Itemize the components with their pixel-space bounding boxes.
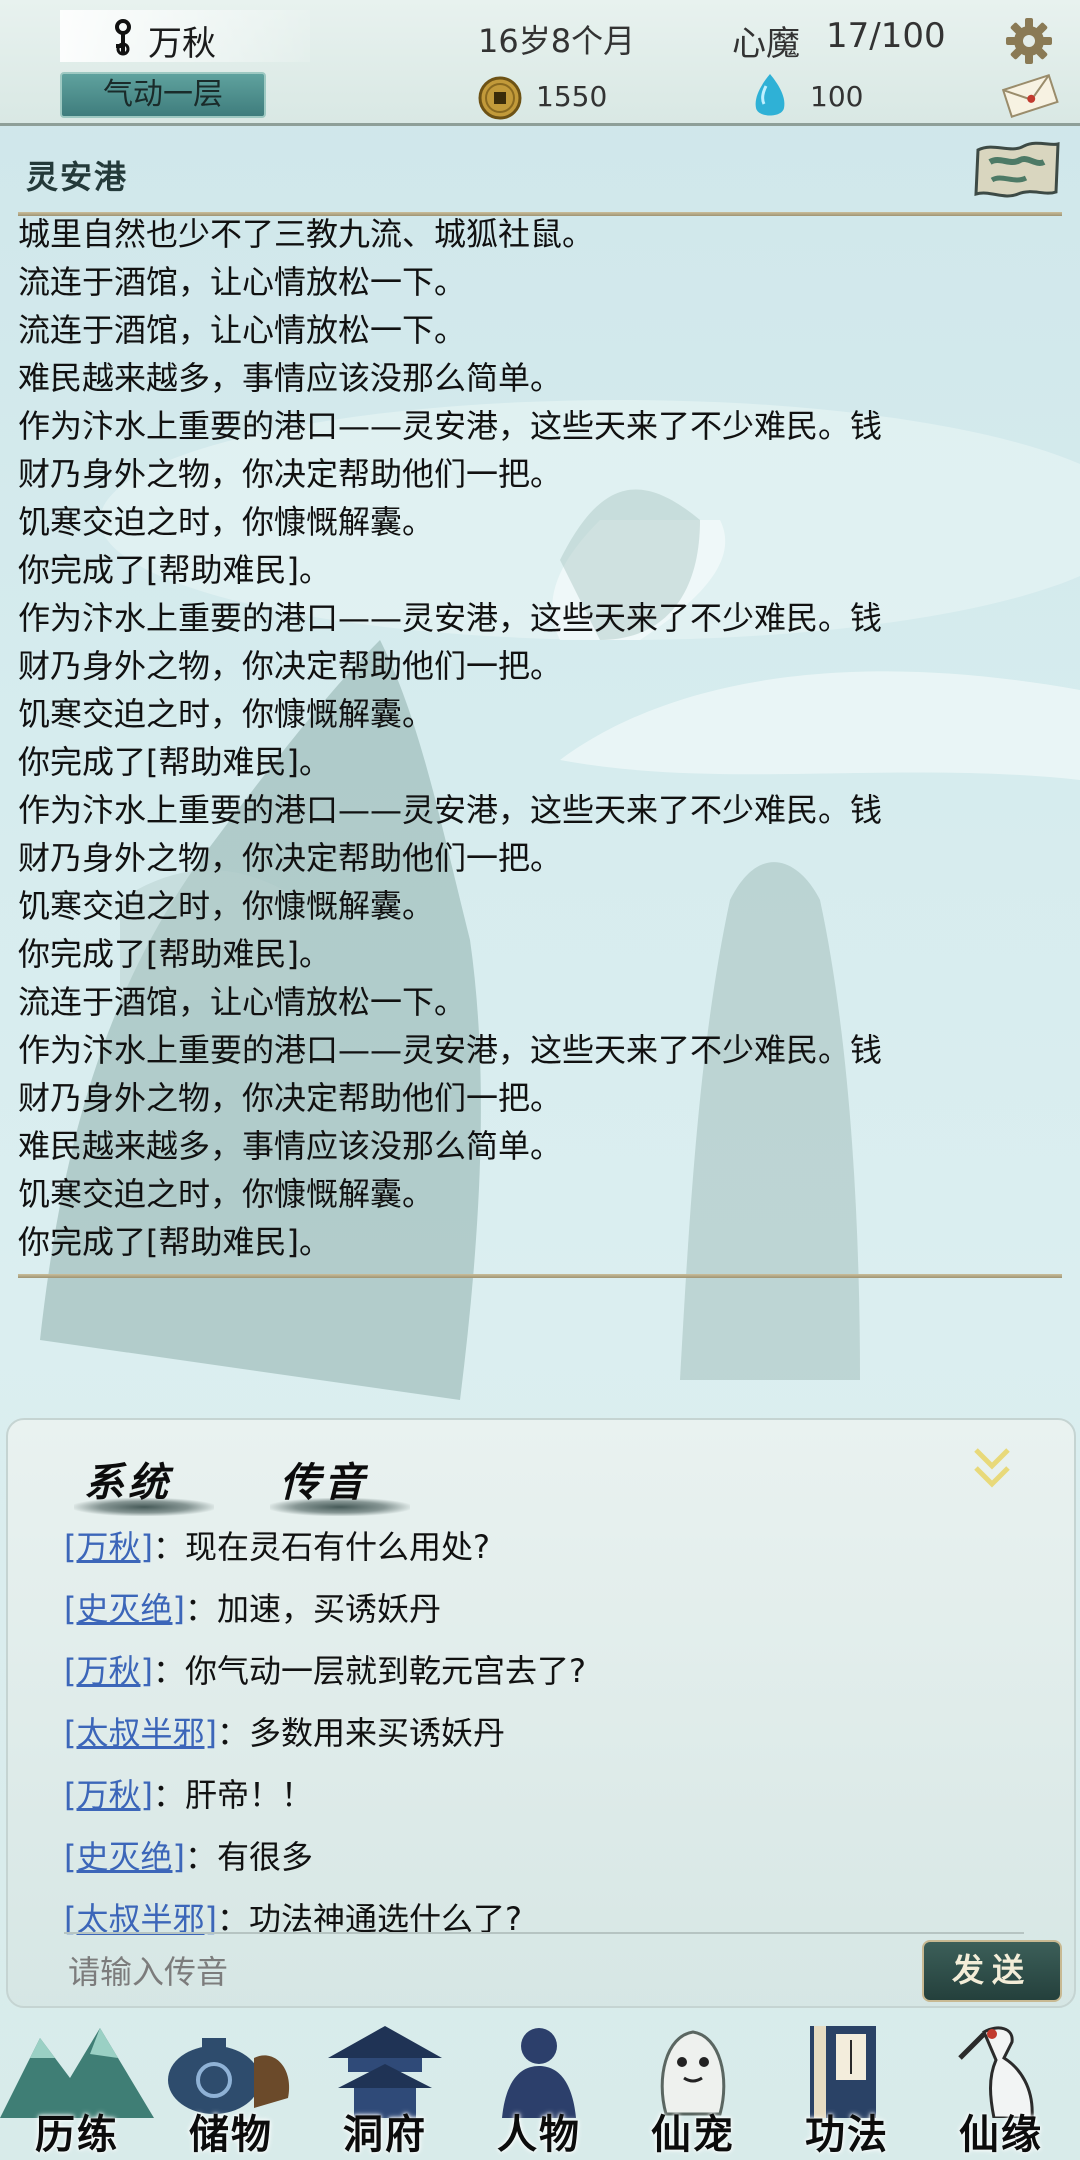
chevron-double-down-icon[interactable] [970,1444,1014,1494]
chat-text: 加速，买诱妖丹 [217,1590,442,1628]
nav-label: 功法 [805,2111,889,2158]
chat-message: [史灭绝]：加速，买诱妖丹 [64,1578,1024,1640]
chat-messages[interactable]: [万秋]：现在灵石有什么用处? [史灭绝]：加速，买诱妖丹 [万秋]：你气动一层就到… [64,1516,1024,1950]
gear-icon[interactable] [1004,16,1054,66]
chat-separator: ： [152,1528,185,1566]
nav-label: 历练 [35,2111,119,2158]
log-line: 你完成了[帮助难民]。 [18,551,331,589]
chat-message: [太叔半邪]：功法神通选什么了? [64,1888,1024,1950]
log-line: 饥寒交迫之时，你慷慨解囊。 [18,695,435,733]
chat-text: 有很多 [217,1838,314,1876]
log-line: 饥寒交迫之时，你慷慨解囊。 [18,1175,435,1213]
send-button[interactable]: 发送 [922,1940,1062,2002]
mind-demon-label: 心魔 [732,24,800,64]
log-line: 财乃身外之物，你决定帮助他们一把。 [18,647,563,685]
log-line: 流连于酒馆，让心情放松一下。 [18,263,467,301]
tab-system[interactable]: 系统 [74,1450,214,1520]
chat-message: [万秋]：你气动一层就到乾元宫去了? [64,1640,1024,1702]
log-line: 流连于酒馆，让心情放松一下。 [18,311,467,349]
nav-label: 洞府 [343,2111,427,2158]
chat-message: [万秋]：现在灵石有什么用处? [64,1516,1024,1578]
chat-text: 多数用来买诱妖丹 [249,1714,506,1752]
mind-demon-value: 17/100 [826,16,946,56]
log-line: 难民越来越多，事情应该没那么简单。 [18,359,563,397]
chat-input[interactable] [66,1946,890,1998]
nav-techniques[interactable]: 功法 [770,2018,924,2160]
copper-coin-icon [478,76,522,120]
chat-message: [万秋]：肝帝！！ [64,1764,1024,1826]
log-line: 你完成了[帮助难民]。 [18,935,331,973]
log-line: 作为汴水上重要的港口——灵安港，这些天来了不少难民。钱 [18,407,883,445]
divider [18,1274,1062,1278]
event-log[interactable]: 城里自然也少不了三教九流、城狐社鼠。 流连于酒馆，让心情放松一下。 流连于酒馆，让心… [18,210,1062,1274]
spirit-stone-count: 100 [810,80,864,113]
player-name[interactable]: 万秋 [148,16,216,65]
spirit-stone-icon [755,74,785,116]
player-age: 16岁8个月 [478,22,636,60]
chat-sender-link[interactable]: [史灭绝] [64,1590,185,1628]
chat-separator: ： [152,1776,185,1814]
log-line: 你完成了[帮助难民]。 [18,1223,331,1261]
chat-separator: ： [184,1590,217,1628]
nav-spirit-pet[interactable]: 仙宠 [616,2018,770,2160]
log-line: 你完成了[帮助难民]。 [18,743,331,781]
log-line: 作为汴水上重要的港口——灵安港，这些天来了不少难民。钱 [18,599,883,637]
nav-cave-dwelling[interactable]: 洞府 [308,2018,462,2160]
chat-message: [史灭绝]：有很多 [64,1826,1024,1888]
log-line: 城里自然也少不了三教九流、城狐社鼠。 [18,215,595,253]
nav-label: 仙缘 [959,2111,1043,2158]
chat-sender-link[interactable]: [太叔半邪] [64,1714,217,1752]
log-line: 饥寒交迫之时，你慷慨解囊。 [18,887,435,925]
log-line: 财乃身外之物，你决定帮助他们一把。 [18,839,563,877]
mail-icon[interactable] [1000,72,1060,118]
bottom-navigation: 历练 储物 洞府 人物 仙宠 功法 仙缘 [0,2018,1080,2160]
nav-fate[interactable]: 仙缘 [924,2018,1078,2160]
chat-text: 你气动一层就到乾元宫去了? [185,1652,586,1690]
log-line: 作为汴水上重要的港口——灵安港，这些天来了不少难民。钱 [18,791,883,829]
tab-label: 系统 [84,1459,172,1506]
tab-voice-message[interactable]: 传音 [270,1450,410,1520]
log-line: 流连于酒馆，让心情放松一下。 [18,983,467,1021]
chat-panel: 系统 传音 [万秋]：现在灵石有什么用处? [史灭绝]：加速，买诱妖丹 [万秋]：你… [6,1418,1076,2008]
chat-separator: ： [216,1714,249,1752]
nav-storage[interactable]: 储物 [154,2018,308,2160]
nav-label: 储物 [189,2111,273,2158]
nav-character[interactable]: 人物 [462,2018,616,2160]
log-line: 饥寒交迫之时，你慷慨解囊。 [18,503,435,541]
status-bar: 万秋 气动一层 16岁8个月 心魔 17/100 1550 100 [0,0,1080,126]
log-line: 财乃身外之物，你决定帮助他们一把。 [18,1079,563,1117]
chat-sender-link[interactable]: [史灭绝] [64,1838,185,1876]
log-line: 难民越来越多，事情应该没那么简单。 [18,1127,563,1165]
tab-label: 传音 [280,1459,368,1506]
input-underline [64,1932,1024,1934]
chat-separator: ： [184,1838,217,1876]
log-line: 作为汴水上重要的港口——灵安港，这些天来了不少难民。钱 [18,1031,883,1069]
chat-text: 现在灵石有什么用处? [185,1528,490,1566]
chat-sender-link[interactable]: [万秋] [64,1776,153,1814]
chat-sender-link[interactable]: [万秋] [64,1528,153,1566]
key-icon [115,19,131,56]
chat-sender-link[interactable]: [万秋] [64,1652,153,1690]
chat-text: 肝帝！！ [185,1776,314,1814]
nav-label: 仙宠 [651,2111,735,2158]
location-title: 灵安港 [26,158,129,196]
map-scroll-icon[interactable] [970,136,1064,202]
log-line: 财乃身外之物，你决定帮助他们一把。 [18,455,563,493]
coin-count: 1550 [536,80,608,113]
nav-training[interactable]: 历练 [0,2018,154,2160]
realm-badge[interactable]: 气动一层 [60,72,266,118]
player-name-plate: 万秋 [60,10,310,65]
chat-message: [太叔半邪]：多数用来买诱妖丹 [64,1702,1024,1764]
chat-separator: ： [152,1652,185,1690]
nav-label: 人物 [497,2111,581,2158]
